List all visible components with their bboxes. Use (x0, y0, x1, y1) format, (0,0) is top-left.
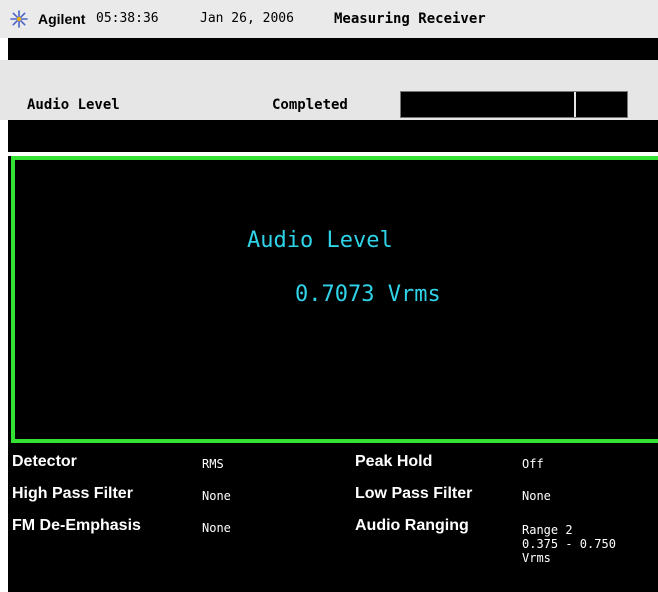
detector-label: Detector (12, 453, 77, 470)
audio-ranging-value-line3: Vrms (522, 551, 551, 565)
brand-name: Agilent (38, 11, 86, 27)
parameter-panel: Detector RMS Peak Hold Off High Pass Fil… (8, 443, 658, 592)
low-pass-filter-value: None (522, 489, 551, 503)
instrument-screen: Agilent 05:38:36 Jan 26, 2006 Measuring … (0, 0, 658, 592)
clock-time: 05:38:36 (96, 11, 159, 26)
high-pass-filter-label: High Pass Filter (12, 485, 133, 502)
title-bar: Agilent 05:38:36 Jan 26, 2006 Measuring … (0, 0, 658, 38)
audio-ranging-value-line1: Range 2 (522, 523, 573, 537)
detector-value: RMS (202, 457, 224, 471)
measurement-status: Completed (272, 97, 348, 113)
low-pass-filter-label: Low Pass Filter (355, 485, 473, 502)
progress-divider (574, 92, 576, 117)
peak-hold-value: Off (522, 457, 544, 471)
result-value: 0.7073 Vrms (295, 282, 441, 307)
clock-date: Jan 26, 2006 (200, 11, 294, 26)
result-title: Audio Level (247, 228, 393, 253)
audio-ranging-value-line2: 0.375 - 0.750 (522, 537, 616, 551)
progress-indicator (400, 91, 628, 118)
high-pass-filter-value: None (202, 489, 231, 503)
agilent-spark-icon (10, 10, 28, 28)
audio-ranging-label: Audio Ranging (355, 517, 469, 534)
app-title: Measuring Receiver (334, 11, 486, 27)
result-display[interactable]: Audio Level 0.7073 Vrms (8, 156, 658, 443)
info-bar (8, 120, 658, 152)
fm-de-emphasis-label: FM De-Emphasis (12, 517, 141, 534)
message-bar (8, 38, 658, 60)
fm-de-emphasis-value: None (202, 521, 231, 535)
peak-hold-label: Peak Hold (355, 453, 433, 470)
measurement-name: Audio Level (27, 97, 120, 113)
